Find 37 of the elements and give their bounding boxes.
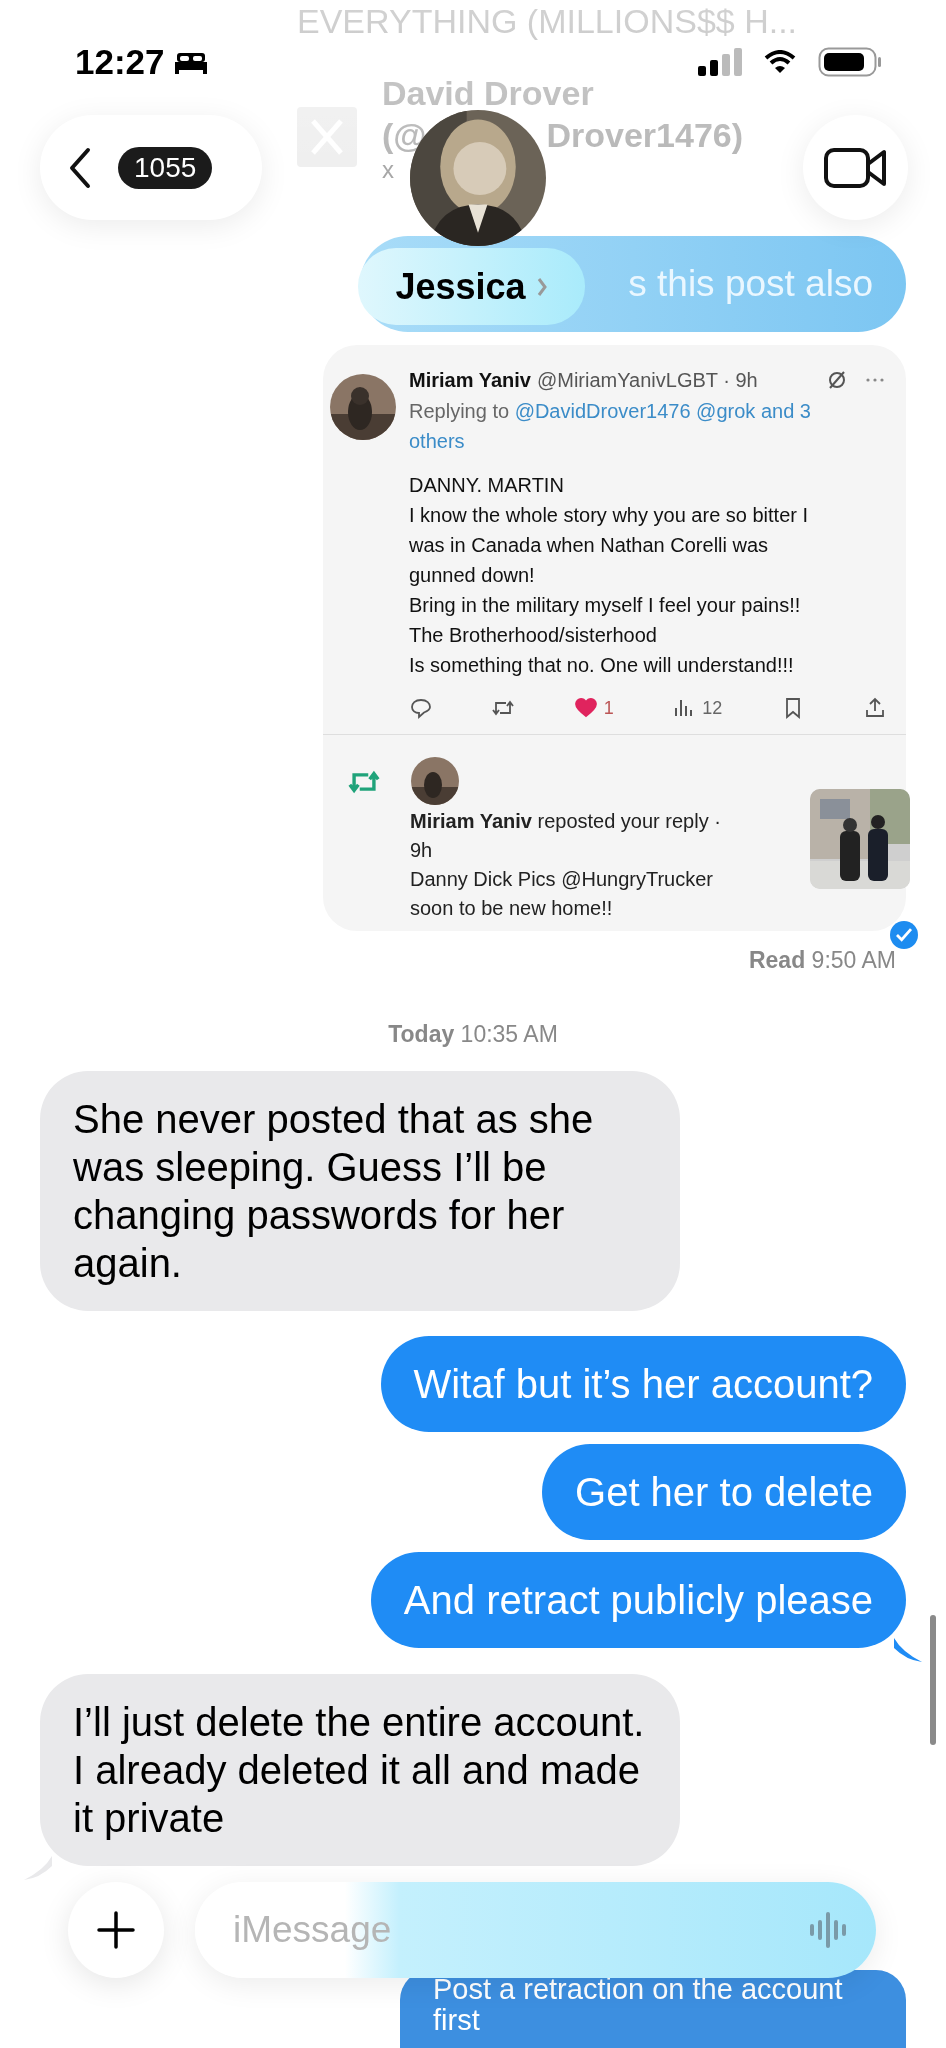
message-bubble: I’ll just delete the entire account. I already deleted it all and made it private [40,1674,680,1866]
message-bubble: Post a retraction on the account first [400,1970,906,2048]
back-icon [68,145,92,190]
like-count: 1 [603,697,614,719]
view-count: 12 [702,697,723,719]
signal-icon [698,48,742,76]
repost-time: 9h [410,838,434,863]
tweet-text: DANNY. MARTIN I know the whole story why you are so bitter I was in Canada when Nathan Corelli was gunned down! Bring in the military myself I feel your pains!! The Brotherhood/sisterhood Is something that no. One will understand!!! [409,473,810,678]
repost-notice: Miriam Yaniv reposted your reply · [410,809,722,834]
heart-icon[interactable] [573,696,598,720]
message-bubble: She never posted that as she was sleeping. Guess I’ll be changing passwords for her again. [40,1071,680,1311]
message-bubble: Witaf but it’s her account? [380,1336,906,1432]
preview-handle: (@ [382,115,427,156]
reply-context: Replying to @DavidDrover1476 @grok and 3 others [409,399,812,454]
repost-text: Danny Dick Pics @HungryTrucker soon to be new home!! [410,867,714,921]
message-bubble: Get her to delete [542,1444,906,1540]
preview-author: David Drover [382,73,595,114]
share-icon[interactable] [863,696,887,720]
check-icon [890,921,918,949]
contact-name-button[interactable]: Jessica [358,248,585,325]
status-time: 12:27 [75,41,165,83]
wifi-icon [764,50,796,74]
unread-count: 1055 [118,146,213,189]
timestamp: Today 10:35 AM [388,1020,558,1049]
bed-icon [172,50,209,74]
plus-icon [96,1910,136,1950]
back-button[interactable]: 1055 [40,115,262,220]
preview-site: x [382,156,395,184]
video-camera-icon [823,145,888,190]
message-field[interactable]: iMessage [195,1882,876,1978]
tweet-handle: @MiriamYanivLGBT · 9h [536,368,758,391]
read-receipt: Read 9:50 AM [748,946,896,975]
message-bubble: And retract publicly please [370,1552,906,1648]
tweet-author: Miriam Yaniv [409,368,531,391]
reply-icon[interactable] [409,696,433,720]
battery-icon [818,47,882,77]
preview-handle: Drover1476) [546,115,744,156]
